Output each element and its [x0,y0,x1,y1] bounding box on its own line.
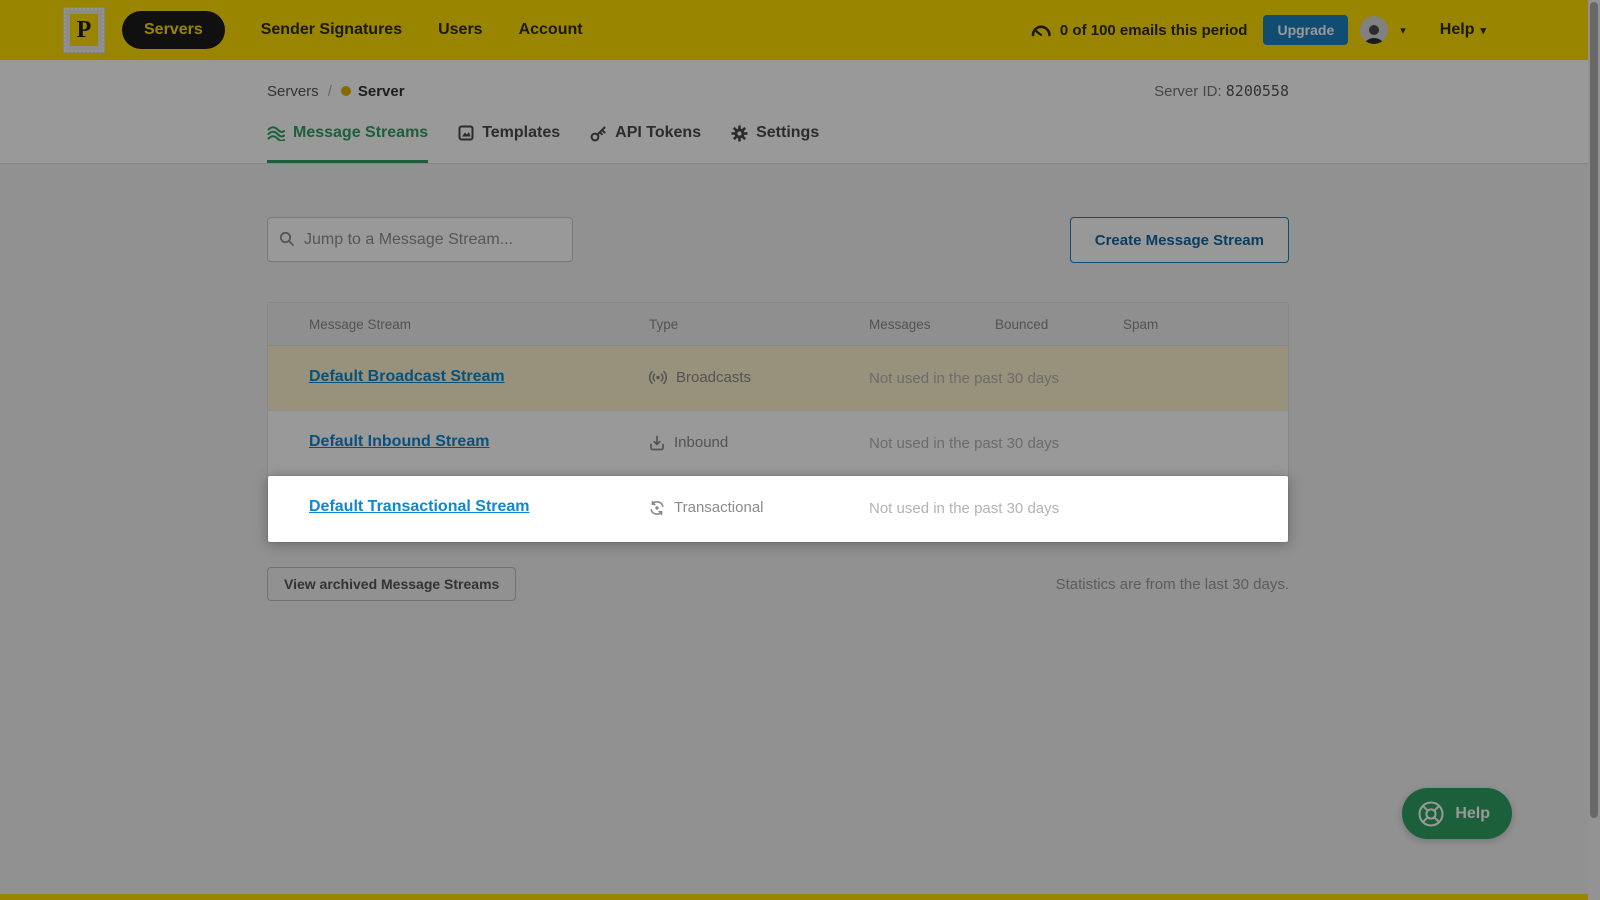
dim-overlay [0,0,1600,900]
stream-usage-note: Not used in the past 30 days [869,500,1059,517]
transactional-icon [649,500,665,516]
stream-link-transactional[interactable]: Default Transactional Stream [309,498,530,516]
stream-type-transactional: Transactional [649,499,764,516]
table-row-transactional: Default Transactional Stream Transaction… [268,476,1288,542]
stream-type-label: Transactional [674,499,764,516]
